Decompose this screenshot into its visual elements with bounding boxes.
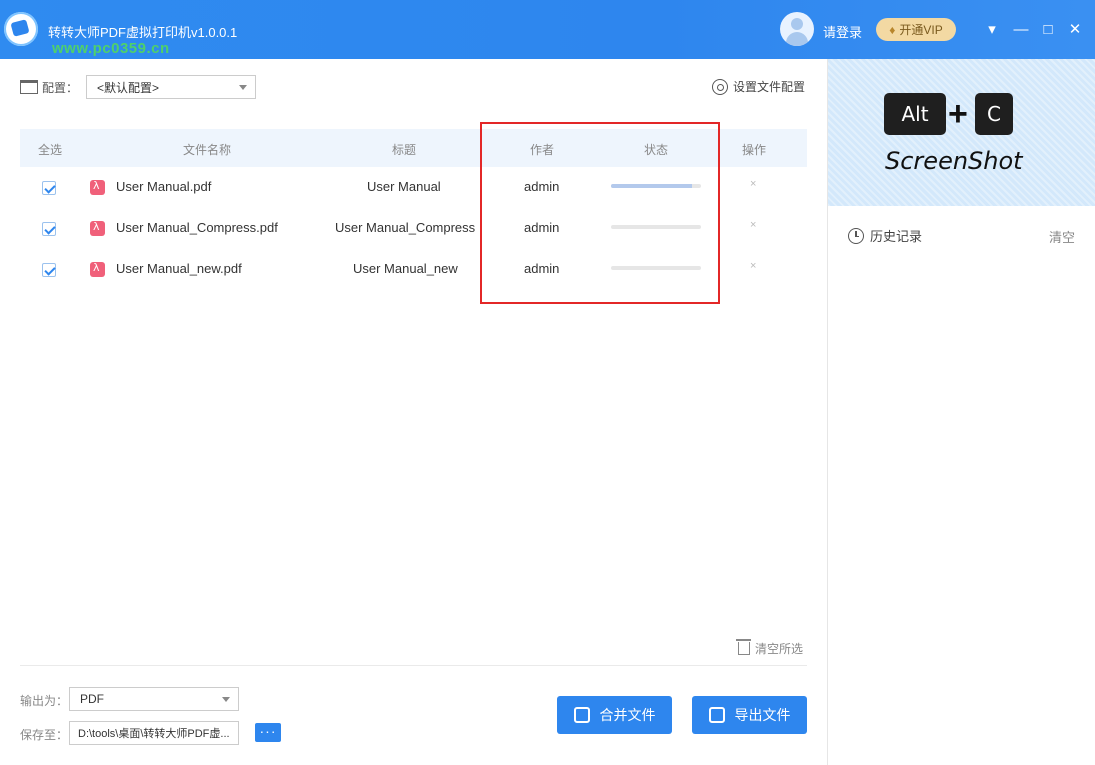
chevron-down-icon xyxy=(239,85,248,90)
row-checkbox[interactable] xyxy=(42,222,56,236)
vip-button[interactable]: ♦ 开通VIP xyxy=(876,18,956,41)
output-format-select[interactable]: PDF xyxy=(69,687,239,711)
plus-sign: + xyxy=(948,95,968,133)
save-path-value: D:\tools\桌面\转转大师PDF虚... xyxy=(78,728,230,740)
maximize-button[interactable]: □ xyxy=(1038,18,1058,40)
merge-files-button[interactable]: 合并文件 xyxy=(557,696,672,734)
row-title: User Manual_Compress xyxy=(335,220,476,235)
app-logo-icon xyxy=(4,12,38,46)
config-select[interactable]: <默认配置> xyxy=(86,75,257,99)
dropdown-menu-button[interactable]: ▾ xyxy=(982,18,1002,40)
row-checkbox[interactable] xyxy=(42,263,56,277)
close-button[interactable]: ✕ xyxy=(1065,18,1085,40)
merge-files-label: 合并文件 xyxy=(599,707,656,723)
history-label: 历史记录 xyxy=(870,229,923,244)
delete-row-icon[interactable]: × xyxy=(750,260,756,272)
pdf-file-icon xyxy=(90,179,105,195)
alt-key-icon: Alt xyxy=(884,93,946,135)
action-header: 操作 xyxy=(742,143,767,157)
clear-selected-button[interactable]: 清空所选 xyxy=(736,639,804,657)
folder-icon xyxy=(20,80,38,94)
pdf-file-icon xyxy=(90,220,105,236)
export-files-label: 导出文件 xyxy=(734,707,791,723)
export-files-button[interactable]: 导出文件 xyxy=(692,696,807,734)
row-filename: User Manual.pdf xyxy=(116,179,212,194)
user-avatar-icon[interactable] xyxy=(780,12,814,46)
config-selected-value: <默认配置> xyxy=(97,80,160,95)
output-format-label: 输出为： xyxy=(20,694,69,708)
pdf-file-icon xyxy=(90,261,105,277)
config-label: 配置： xyxy=(42,80,79,95)
document-icon xyxy=(708,707,725,723)
screenshot-shortcut-banner[interactable]: Alt + C ScreenShot xyxy=(828,59,1095,206)
diamond-icon: ♦ xyxy=(889,22,896,37)
delete-row-icon[interactable]: × xyxy=(750,219,756,231)
title-header: 标题 xyxy=(392,143,417,157)
settings-config-link[interactable]: 设置文件配置 xyxy=(711,78,805,95)
settings-icon xyxy=(711,78,728,95)
save-to-label: 保存至： xyxy=(20,728,69,742)
settings-config-label: 设置文件配置 xyxy=(732,80,805,94)
annotation-highlight-box xyxy=(480,122,720,304)
row-title: User Manual xyxy=(367,179,441,194)
divider xyxy=(20,665,807,666)
row-filename: User Manual_Compress.pdf xyxy=(116,220,278,235)
clear-selected-label: 清空所选 xyxy=(755,642,804,656)
window-title: 转转大师PDF虚拟打印机v1.0.0.1 xyxy=(48,25,238,40)
c-key-icon: C xyxy=(975,93,1013,135)
title-bar: 转转大师PDF虚拟打印机v1.0.0.1 www.pc0359.cn 请登录 ♦… xyxy=(0,0,1095,59)
document-icon xyxy=(573,707,590,723)
config-row: 配置： <默认配置> xyxy=(20,75,257,99)
delete-row-icon[interactable]: × xyxy=(750,178,756,190)
login-link[interactable]: 请登录 xyxy=(823,22,862,41)
chevron-down-icon xyxy=(222,697,230,702)
minimize-button[interactable]: — xyxy=(1011,18,1031,40)
browse-button[interactable]: ··· xyxy=(255,723,281,742)
row-title: User Manual_new xyxy=(353,261,458,276)
site-watermark: www.pc0359.cn xyxy=(52,40,170,57)
trash-icon xyxy=(736,639,751,655)
select-all-header[interactable]: 全选 xyxy=(38,141,62,158)
row-filename: User Manual_new.pdf xyxy=(116,261,242,276)
vip-label: 开通VIP xyxy=(899,23,943,37)
history-header: 历史记录 xyxy=(848,226,922,245)
output-format-value: PDF xyxy=(80,692,104,706)
banner-caption: ScreenShot xyxy=(885,147,1023,175)
clock-icon xyxy=(848,227,864,244)
save-path-field[interactable]: D:\tools\桌面\转转大师PDF虚... xyxy=(69,721,239,745)
filename-header: 文件名称 xyxy=(183,143,232,157)
row-checkbox[interactable] xyxy=(42,181,56,195)
clear-history-button[interactable]: 清空 xyxy=(1049,227,1075,246)
